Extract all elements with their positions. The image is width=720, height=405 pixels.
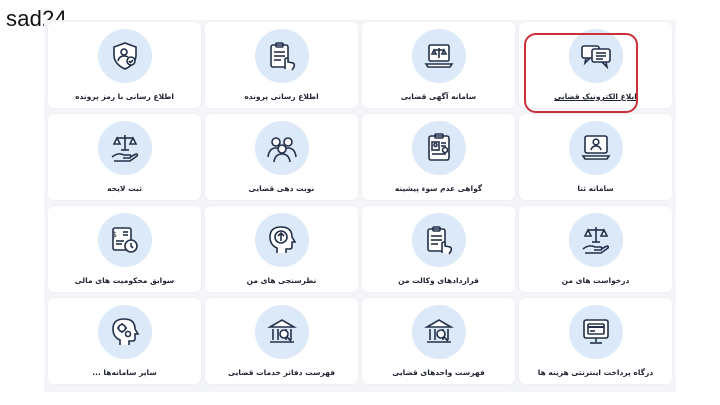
tile-no-criminal-record[interactable]: گواهی عدم سوء پیشینه <box>362 114 515 200</box>
tile-label: اطلاع رسانی با رمز پرونده <box>75 92 174 101</box>
tile-payment-gateway[interactable]: درگاه پرداخت اینترنتی هزینه ها <box>519 298 672 384</box>
tile-label: سامانه ثنا <box>577 184 614 193</box>
tile-label: فهرست دفاتر خدمات قضایی <box>228 368 335 377</box>
tile-my-lawyer-contracts[interactable]: قراردادهای وکالت من <box>362 206 515 292</box>
people-group-icon <box>254 121 309 175</box>
building-search-icon <box>411 305 466 359</box>
tile-judicial-appointment[interactable]: نوبت دهی قضایی <box>205 114 358 200</box>
tile-judicial-ads[interactable]: سامانه آگهی قضایی <box>362 22 515 108</box>
money-clock-icon: $ <box>97 213 152 267</box>
tile-label: سامانه آگهی قضایی <box>400 92 477 101</box>
tile-label: ثبت لایحه <box>107 184 142 193</box>
tile-register-brief[interactable]: ثبت لایحه <box>48 114 201 200</box>
hand-scales-icon <box>568 213 623 267</box>
tile-electronic-notice[interactable]: ابلاغ الکترونیک قضایی <box>519 22 672 113</box>
laptop-scales-icon <box>411 29 466 83</box>
services-grid: ابلاغ الکترونیک قضایی سامانه آگهی قضایی … <box>48 22 672 390</box>
tile-label: گواهی عدم سوء پیشینه <box>394 184 483 193</box>
tile-label: درخواست های من <box>561 276 630 285</box>
tile-label: سایر سامانه‌ها ... <box>92 368 157 377</box>
head-arrow-icon <box>254 213 309 267</box>
monitor-card-icon <box>568 305 623 359</box>
tile-financial-convictions[interactable]: $ سوابق محکومیت های مالی <box>48 206 201 292</box>
shield-user-icon <box>97 29 152 83</box>
tile-label: سوابق محکومیت های مالی <box>74 276 175 285</box>
hand-scales-icon <box>97 121 152 175</box>
tile-label: قراردادهای وکالت من <box>398 276 479 285</box>
tile-label: اطلاع رسانی پرونده <box>244 92 319 101</box>
monitor-user-icon <box>568 121 623 175</box>
tile-judicial-offices-list[interactable]: فهرست دفاتر خدمات قضایی <box>205 298 358 384</box>
tile-judicial-units-list[interactable]: فهرست واحدهای قضایی <box>362 298 515 384</box>
tile-label: نوبت دهی قضایی <box>248 184 315 193</box>
svg-text:$: $ <box>111 230 116 239</box>
tile-case-password-notice[interactable]: اطلاع رسانی با رمز پرونده <box>48 22 201 108</box>
tile-sana-system[interactable]: سامانه ثنا <box>519 114 672 200</box>
tile-label: فهرست واحدهای قضایی <box>392 368 485 377</box>
head-gears-icon <box>97 305 152 359</box>
certificate-icon <box>411 121 466 175</box>
tile-my-requests[interactable]: درخواست های من <box>519 206 672 292</box>
tile-case-notice[interactable]: اطلاع رسانی پرونده <box>205 22 358 108</box>
building-search-icon <box>254 305 309 359</box>
tile-label: درگاه پرداخت اینترنتی هزینه ها <box>537 368 654 377</box>
tile-other-systems[interactable]: سایر سامانه‌ها ... <box>48 298 201 384</box>
tile-label: نظرسنجی های من <box>246 276 317 285</box>
tile-label: ابلاغ الکترونیک قضایی <box>554 92 637 101</box>
tile-my-surveys[interactable]: نظرسنجی های من <box>205 206 358 292</box>
clipboard-hand-icon <box>254 29 309 83</box>
message-bubbles-icon <box>568 29 623 83</box>
clipboard-hand-icon <box>411 213 466 267</box>
